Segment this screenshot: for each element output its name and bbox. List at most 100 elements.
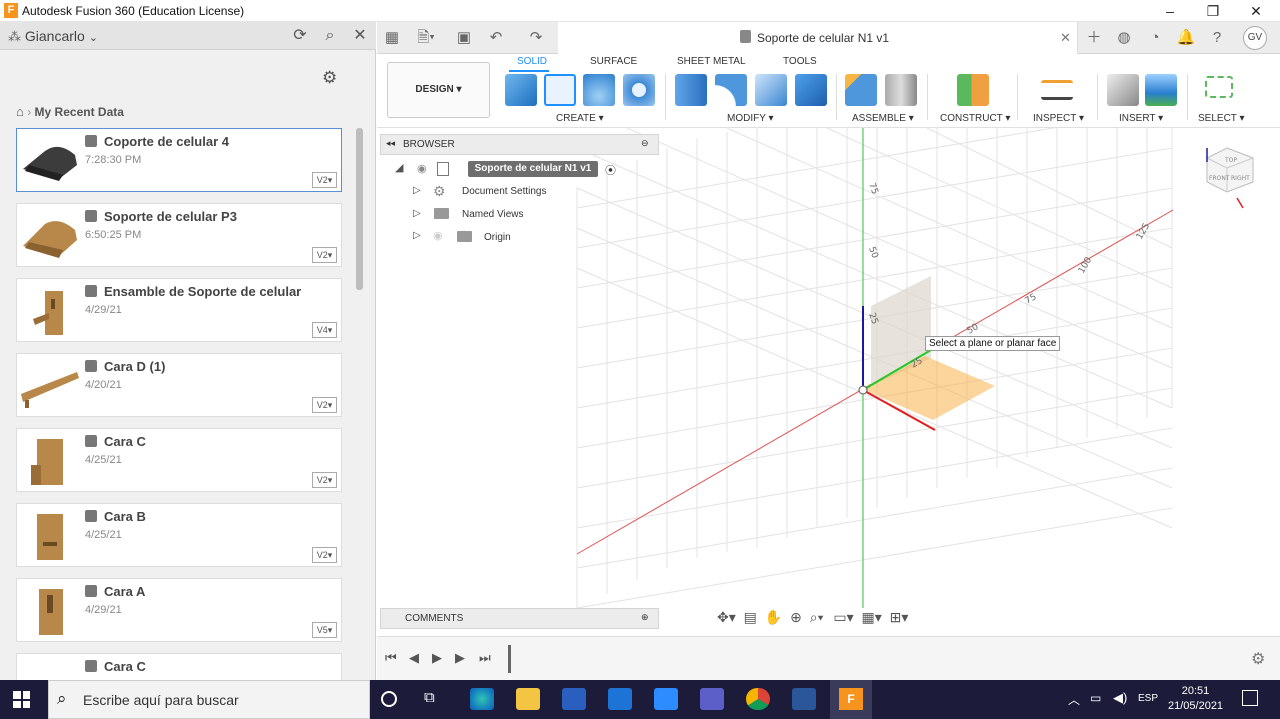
undo-icon[interactable]: ↶ — [485, 28, 507, 48]
modify-menu[interactable]: MODIFY ▾ — [727, 113, 774, 124]
notifications-center-icon[interactable] — [1242, 690, 1258, 706]
network-icon[interactable]: ▭ — [1090, 691, 1101, 705]
new-component-icon[interactable] — [505, 74, 537, 106]
browser-node-named-views[interactable]: Named Views — [462, 209, 524, 220]
restore-button[interactable]: ❐ — [1203, 2, 1223, 20]
expand-triangle-icon[interactable]: ▷ — [413, 208, 421, 219]
version-badge[interactable]: V2▾ — [312, 247, 337, 263]
browser-node-document-settings[interactable]: Document Settings — [462, 186, 547, 197]
cortana-icon[interactable] — [381, 691, 397, 707]
create-sketch-icon[interactable] — [544, 74, 576, 106]
tab-surface[interactable]: SURFACE — [590, 56, 637, 67]
visibility-eye-icon[interactable]: ◉ — [417, 162, 427, 175]
new-tab-icon[interactable]: ＋ — [1083, 28, 1105, 48]
viewports-icon[interactable]: ⊞▾ — [890, 609, 909, 625]
teams-icon[interactable] — [700, 688, 724, 710]
language-indicator[interactable]: ESP — [1138, 693, 1158, 704]
grid-settings-icon[interactable]: ▦▾ — [862, 609, 882, 625]
next-step-icon[interactable]: ▶ — [455, 650, 465, 666]
version-badge[interactable]: V5▾ — [312, 622, 337, 638]
collapse-browser-icon[interactable]: ◂◂ — [386, 138, 395, 149]
extensions-icon[interactable]: ◍ — [1113, 28, 1135, 48]
word-icon[interactable] — [792, 688, 816, 710]
press-pull-icon[interactable] — [675, 74, 707, 106]
fit-icon[interactable]: ⌕▾ — [810, 609, 824, 625]
document-tab[interactable]: Soporte de celular N1 v1 ✕ — [558, 22, 1078, 54]
hidden-eye-icon[interactable]: ◉ — [433, 229, 443, 242]
file-card[interactable]: Cara C 4/25/21 V2▾ — [16, 428, 342, 492]
tab-sheet-metal[interactable]: SHEET METAL — [677, 56, 746, 67]
help-icon[interactable]: ? — [1206, 28, 1228, 48]
measure-icon[interactable] — [1041, 80, 1073, 100]
select-box-icon[interactable] — [1205, 76, 1233, 98]
file-card[interactable]: Cara C — [16, 653, 342, 680]
file-card[interactable]: Soporte de celular P3 6:50:25 PM V2▾ — [16, 203, 342, 267]
joint-icon[interactable] — [885, 74, 917, 106]
close-tab-icon[interactable]: ✕ — [1060, 30, 1071, 46]
expand-triangle-icon[interactable]: ▷ — [413, 185, 421, 196]
expand-triangle-icon[interactable]: ▷ — [413, 230, 421, 241]
refresh-icon[interactable]: ⟳ — [290, 26, 310, 46]
offset-plane-icon[interactable] — [957, 74, 989, 106]
first-step-icon[interactable]: ⏮ — [385, 650, 397, 666]
activate-radio-icon[interactable]: ⦿ — [605, 162, 616, 178]
volume-icon[interactable]: ◀) — [1113, 690, 1127, 706]
save-icon[interactable]: ▣ — [453, 28, 475, 48]
gear-icon[interactable]: ⚙ — [1251, 649, 1265, 669]
select-menu[interactable]: SELECT ▾ — [1198, 113, 1245, 124]
tab-solid[interactable]: SOLID — [517, 56, 547, 67]
browser-root-node[interactable]: Soporte de celular N1 v1 — [468, 161, 598, 177]
data-panel-grid-icon[interactable]: ▦ — [381, 28, 403, 48]
play-icon[interactable]: ▶ — [432, 650, 442, 666]
tray-chevron-icon[interactable]: ︿ — [1068, 691, 1080, 708]
notifications-icon[interactable]: 🔔 — [1175, 28, 1197, 48]
version-badge[interactable]: V2▾ — [312, 172, 337, 188]
store-icon[interactable] — [562, 688, 586, 710]
extrude-icon[interactable] — [583, 74, 615, 106]
revolve-icon[interactable] — [623, 74, 655, 106]
breadcrumb-label[interactable]: My Recent Data — [35, 105, 124, 119]
search-icon[interactable]: ⌕ — [320, 26, 340, 46]
version-badge[interactable]: V2▾ — [312, 547, 337, 563]
file-menu-icon[interactable]: 🗎▾ — [415, 28, 437, 48]
insert-menu[interactable]: INSERT ▾ — [1119, 113, 1163, 124]
assemble-menu[interactable]: ASSEMBLE ▾ — [852, 113, 914, 124]
edge-icon[interactable] — [470, 688, 494, 710]
comments-panel-header[interactable]: COMMENTS ⊕ — [380, 608, 659, 629]
look-at-icon[interactable]: ▤ — [744, 609, 757, 625]
chrome-icon[interactable] — [746, 688, 770, 710]
fillet-icon[interactable] — [715, 74, 747, 106]
file-card[interactable]: Cara D (1) 4/20/21 V2▾ — [16, 353, 342, 417]
version-badge[interactable]: V4▾ — [312, 322, 337, 338]
version-badge[interactable]: V2▾ — [312, 472, 337, 488]
previous-step-icon[interactable]: ◀ — [409, 650, 419, 666]
insert-image-icon[interactable] — [1145, 74, 1177, 106]
workspace-dropdown[interactable]: DESIGN ▾ — [387, 62, 490, 118]
redo-icon[interactable]: ↷ — [525, 28, 547, 48]
taskbar-search[interactable]: ⌕ Escribe aquí para buscar — [48, 680, 370, 719]
minimize-button[interactable]: – — [1160, 2, 1180, 20]
gear-icon[interactable]: ⚙ — [322, 68, 337, 88]
browser-minus-icon[interactable]: ⊖ — [641, 138, 649, 149]
create-menu[interactable]: CREATE ▾ — [556, 113, 604, 124]
display-settings-icon[interactable]: ▭▾ — [833, 609, 853, 625]
comments-plus-icon[interactable]: ⊕ — [641, 612, 649, 623]
mail-icon[interactable] — [608, 688, 632, 710]
shell-icon[interactable] — [795, 74, 827, 106]
file-card[interactable]: Cara B 4/25/21 V2▾ — [16, 503, 342, 567]
version-badge[interactable]: V2▾ — [312, 397, 337, 413]
chamfer-icon[interactable] — [755, 74, 787, 106]
construct-menu[interactable]: CONSTRUCT ▾ — [940, 113, 1010, 124]
close-window-button[interactable]: ✕ — [1246, 2, 1266, 20]
3d-canvas[interactable]: 75 50 25 25 50 75 100 125 TOP FRONT RIGH… — [377, 128, 1280, 636]
start-button[interactable] — [13, 691, 30, 708]
browser-panel-header[interactable]: ◂◂ BROWSER ⊖ — [380, 134, 659, 155]
close-panel-icon[interactable]: ✕ — [350, 26, 370, 46]
pan-icon[interactable]: ✋ — [765, 609, 782, 625]
file-card[interactable]: Cara A 4/29/21 V5▾ — [16, 578, 342, 642]
zoom-icon[interactable]: ⊕ — [790, 609, 802, 625]
fusion-taskbar-button[interactable]: F — [830, 680, 872, 719]
file-explorer-icon[interactable] — [516, 688, 540, 710]
insert-derive-icon[interactable] — [1107, 74, 1139, 106]
browser-node-origin[interactable]: Origin — [484, 232, 511, 243]
